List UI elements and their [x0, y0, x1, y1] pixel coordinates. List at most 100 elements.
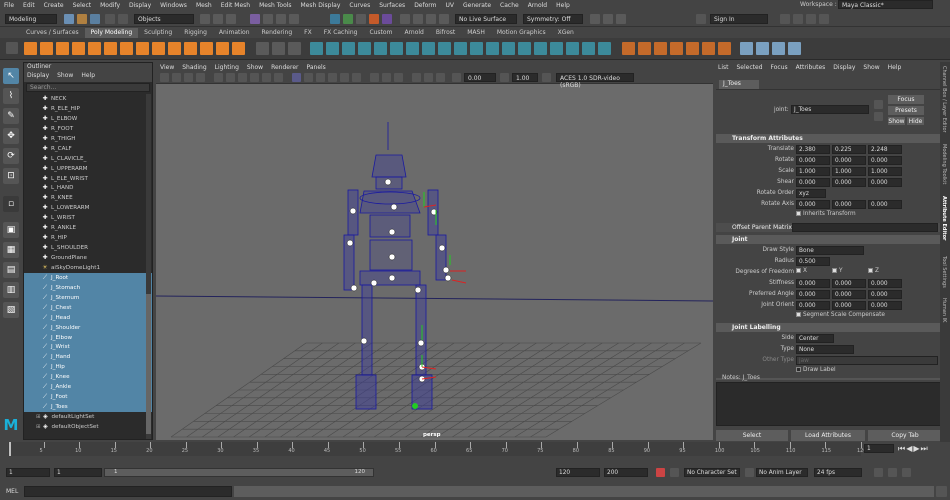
ae-menu-focus[interactable]: Focus [771, 64, 788, 71]
outliner-item[interactable]: ⟋ J_Elbow [24, 332, 152, 343]
outliner-item[interactable]: ✚ R_FOOT [24, 124, 152, 134]
labelling-section-header[interactable]: Joint Labelling [716, 323, 942, 332]
presets-button[interactable]: Presets [888, 106, 924, 115]
outliner-menu-show[interactable]: Show [57, 72, 73, 82]
open-scene-icon[interactable] [77, 14, 87, 24]
boolean-icon[interactable] [310, 42, 323, 55]
outliner-item[interactable]: ✚ L_ELBOW [24, 114, 152, 124]
snap-view-icon[interactable] [289, 14, 299, 24]
side-tab-tool-settings[interactable]: Tool Settings [941, 256, 947, 288]
shear-x-field[interactable]: 0.000 [796, 178, 830, 187]
tool-settings-toggle-icon[interactable] [806, 14, 816, 24]
sign-in-dropdown[interactable]: Sign In [710, 14, 768, 24]
separate-icon[interactable] [272, 42, 285, 55]
textured-icon[interactable] [328, 73, 337, 82]
ao-icon[interactable] [370, 73, 379, 82]
shelf-tab-arnold[interactable]: Arnold [398, 28, 429, 38]
undo-icon[interactable] [105, 14, 115, 24]
poly-plane-icon[interactable] [104, 42, 117, 55]
magnet-icon[interactable] [400, 14, 410, 24]
channel-box-toggle-icon[interactable] [780, 14, 790, 24]
outliner-item[interactable]: ⟋ J_Head [24, 312, 152, 323]
outliner-item[interactable]: ✚ R_THIGH [24, 134, 152, 144]
menu-arnold[interactable]: Arnold [528, 2, 547, 9]
playback-end-field[interactable]: 120 [556, 468, 600, 477]
outliner-item[interactable]: ✚ L_UPPERARM [24, 164, 152, 174]
viewport-menu-view[interactable]: View [160, 64, 174, 71]
outliner-scrollbar[interactable] [146, 94, 151, 439]
joint-orient-x-field[interactable]: 0.000 [796, 301, 830, 310]
sound-icon[interactable] [888, 468, 897, 477]
scale-tool-icon[interactable]: ⊡ [3, 168, 19, 184]
shelf-tab-rigging[interactable]: Rigging [178, 28, 213, 38]
select-tool-icon[interactable]: ↖ [3, 68, 19, 84]
sphere-icon[interactable] [426, 14, 436, 24]
segment-scale-checkbox[interactable]: Segment Scale Compensate [796, 312, 885, 318]
focus-button[interactable]: Focus [888, 95, 924, 104]
script-editor-icon[interactable] [936, 486, 947, 497]
poly-disc-icon[interactable] [120, 42, 133, 55]
menu-file[interactable]: File [4, 2, 14, 9]
playhead[interactable] [9, 442, 11, 456]
bevel-icon[interactable] [374, 42, 387, 55]
menu-create[interactable]: Create [44, 2, 64, 9]
pipe-icon[interactable] [184, 42, 197, 55]
animation-end-field[interactable]: 200 [604, 468, 648, 477]
menu-deform[interactable]: Deform [414, 2, 436, 9]
outliner-item[interactable]: ⟋ J_Root [24, 272, 152, 283]
isolate-icon[interactable] [412, 73, 421, 82]
resolution-gate-icon[interactable] [238, 73, 247, 82]
extrude-icon[interactable] [342, 42, 355, 55]
helix-icon[interactable] [200, 42, 213, 55]
menu-windows[interactable]: Windows [160, 2, 187, 9]
joint-section-header[interactable]: Joint [716, 235, 942, 244]
input-node-icon[interactable] [874, 100, 883, 109]
outliner-item[interactable]: ⟋ J_Ankle [24, 382, 152, 393]
color-management-icon[interactable] [542, 73, 551, 82]
loop-icon[interactable] [874, 468, 883, 477]
outliner-item[interactable]: ✚ L_LOWERARM [24, 203, 152, 213]
shadows-icon[interactable] [352, 73, 361, 82]
shear-z-field[interactable]: 0.000 [868, 178, 902, 187]
shelf-tab-fx[interactable]: FX [298, 28, 318, 38]
side-tab-human-ik[interactable]: Human IK [941, 298, 947, 322]
outliner-item[interactable]: ⟋ J_Wrist [24, 342, 152, 353]
snap-grid-icon[interactable] [250, 14, 260, 24]
ae-menu-display[interactable]: Display [833, 64, 855, 71]
show-button[interactable]: Show [888, 117, 905, 125]
dof-y-checkbox[interactable]: Y [832, 268, 843, 274]
menu-surfaces[interactable]: Surfaces [379, 2, 405, 9]
joint-orient-y-field[interactable]: 0.000 [832, 301, 866, 310]
outliner-scroll-thumb[interactable] [146, 294, 151, 434]
grid-icon[interactable] [214, 73, 223, 82]
persp-graph-icon[interactable]: ▥ [3, 282, 19, 298]
select-object-icon[interactable] [213, 14, 223, 24]
poke-icon[interactable] [566, 42, 579, 55]
outliner-item[interactable]: ⟋ J_Chest [24, 302, 152, 313]
shelf-tab-poly-modeling[interactable]: Poly Modeling [84, 28, 139, 38]
rotate-axis-z-field[interactable]: 0.000 [868, 200, 902, 209]
inherits-transform-checkbox[interactable]: Inherits Transform [796, 211, 856, 217]
hide-button[interactable]: Hide [907, 117, 924, 125]
outliner-item[interactable]: ⟋ J_Sternum [24, 292, 152, 303]
layout-uv-icon[interactable] [718, 42, 731, 55]
attribute-editor-toggle-icon[interactable] [793, 14, 803, 24]
shelf-tab-curves-surfaces[interactable]: Curves / Surfaces [20, 28, 85, 38]
toggle-icon[interactable] [590, 14, 600, 24]
mirror-icon[interactable] [326, 42, 339, 55]
scale-x-field[interactable]: 1.000 [796, 167, 830, 176]
fps-dropdown[interactable]: 24 fps [814, 468, 862, 477]
outliner-item[interactable]: ⟋ J_Toes [24, 402, 152, 412]
platonic-solid-icon[interactable] [136, 42, 149, 55]
menu-display[interactable]: Display [129, 2, 151, 9]
unfold-icon[interactable] [702, 42, 715, 55]
playback-start-field[interactable]: 1 [54, 468, 102, 477]
outliner-item[interactable]: ✚ L_WRIST [24, 213, 152, 223]
persp-hypershade-icon[interactable]: ▧ [3, 302, 19, 318]
outliner-item[interactable]: ✚ R_ANKLE [24, 223, 152, 233]
menu-mesh[interactable]: Mesh [196, 2, 212, 9]
shelf-tab-xgen[interactable]: XGen [552, 28, 580, 38]
xray-icon[interactable] [424, 73, 433, 82]
outliner-item[interactable]: ⟋ J_Foot [24, 392, 152, 403]
gamma-field[interactable]: 1.00 [512, 73, 538, 82]
